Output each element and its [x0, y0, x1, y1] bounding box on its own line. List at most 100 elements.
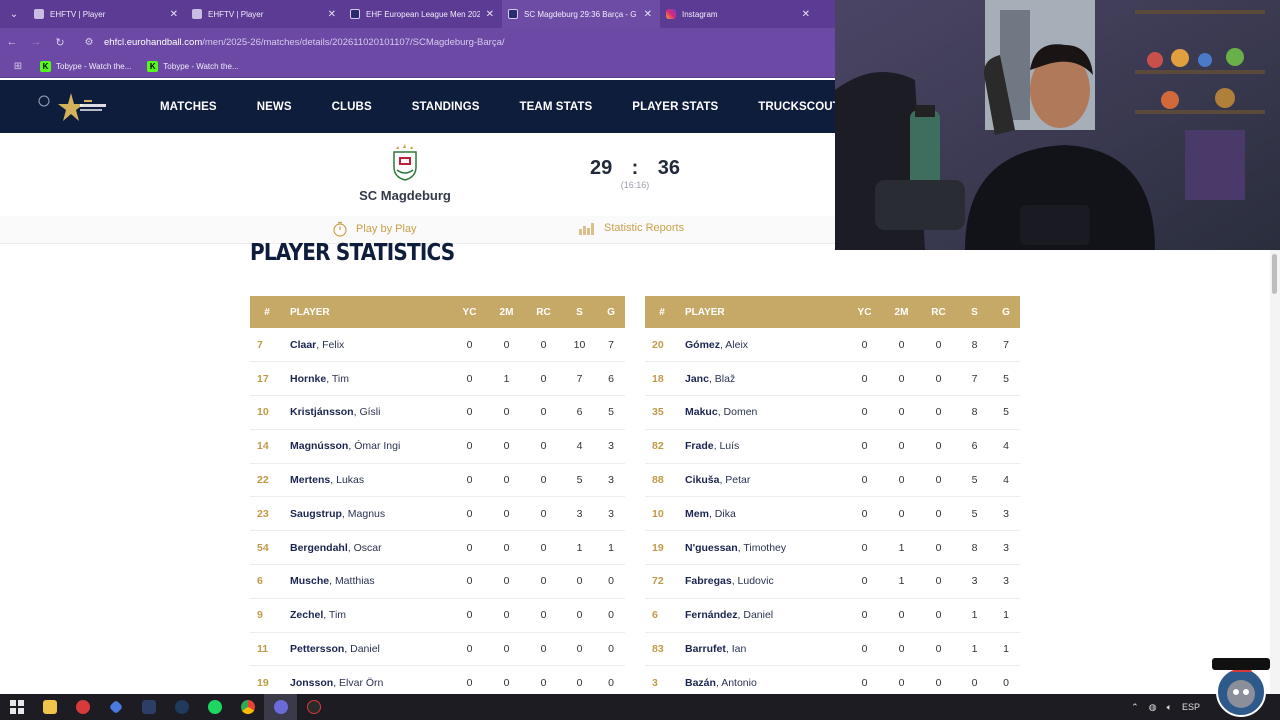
nav-team-stats[interactable]: TEAM STATS	[520, 101, 593, 113]
tab-statistic-reports[interactable]: Statistic Reports	[578, 221, 684, 235]
player-first-name[interactable]: Oscar	[354, 542, 382, 554]
player-last-name[interactable]: Pettersson	[290, 643, 344, 655]
player-last-name[interactable]: Magnússon	[290, 440, 348, 452]
player-first-name[interactable]: Gísli	[359, 406, 380, 418]
player-last-name[interactable]: Barrufet	[685, 643, 726, 655]
header-number[interactable]: #	[250, 296, 284, 328]
header-yc[interactable]: YC	[451, 296, 488, 328]
close-icon[interactable]: ✕	[170, 9, 178, 20]
player-name[interactable]: Pettersson, Daniel	[284, 632, 451, 666]
player-last-name[interactable]: Cikuša	[685, 474, 719, 486]
header-shots[interactable]: S	[957, 296, 992, 328]
chrome-icon[interactable]	[231, 694, 264, 720]
player-name[interactable]: Bergendahl, Oscar	[284, 531, 451, 565]
player-name[interactable]: Hornke, Tim	[284, 362, 451, 396]
player-last-name[interactable]: Mertens	[290, 474, 330, 486]
player-first-name[interactable]: Aleix	[725, 339, 748, 351]
close-icon[interactable]: ✕	[486, 9, 494, 20]
player-last-name[interactable]: Bazán	[685, 677, 716, 689]
address-bar[interactable]: ⚙ ehfcl.eurohandball.com/men/2025-26/mat…	[82, 32, 842, 52]
player-name[interactable]: Fabregas, Ludovic	[679, 565, 846, 599]
header-player[interactable]: PLAYER	[284, 296, 451, 328]
app-red-icon[interactable]	[66, 694, 99, 720]
network-icon[interactable]: ◍	[1149, 702, 1157, 713]
player-last-name[interactable]: Zechel	[290, 609, 323, 621]
header-2m[interactable]: 2M	[488, 296, 525, 328]
header-rc[interactable]: RC	[920, 296, 957, 328]
player-name[interactable]: Magnússon, Ómar Ingi	[284, 429, 451, 463]
header-shots[interactable]: S	[562, 296, 597, 328]
volume-icon[interactable]: 🔈︎	[1167, 702, 1172, 713]
forward-icon[interactable]: →	[24, 28, 48, 56]
player-first-name[interactable]: Daniel	[350, 643, 380, 655]
header-goals[interactable]: G	[597, 296, 625, 328]
ehf-champions-league-logo[interactable]	[34, 91, 108, 123]
language-indicator[interactable]: ESP	[1182, 702, 1200, 712]
chevron-up-icon[interactable]: ⌃	[1131, 702, 1139, 713]
player-last-name[interactable]: Mem	[685, 508, 709, 520]
spotify-icon[interactable]	[198, 694, 231, 720]
back-icon[interactable]: ←	[0, 28, 24, 56]
player-first-name[interactable]: Tim	[329, 609, 346, 621]
player-name[interactable]: Musche, Matthias	[284, 565, 451, 599]
close-icon[interactable]: ✕	[328, 9, 336, 20]
header-yc[interactable]: YC	[846, 296, 883, 328]
scrollbar-thumb[interactable]	[1272, 254, 1277, 294]
site-info-icon[interactable]: ⚙	[82, 37, 96, 48]
player-name[interactable]: N'guessan, Timothey	[679, 531, 846, 565]
header-player[interactable]: PLAYER	[679, 296, 846, 328]
player-first-name[interactable]: Daniel	[743, 609, 773, 621]
home-team-name[interactable]: SC Magdeburg	[340, 188, 470, 203]
bookmark-item[interactable]: K Tobype - Watch the...	[34, 61, 137, 72]
player-last-name[interactable]: Frade	[685, 440, 714, 452]
player-first-name[interactable]: Timothey	[743, 542, 786, 554]
header-rc[interactable]: RC	[525, 296, 562, 328]
nav-player-stats[interactable]: PLAYER STATS	[632, 101, 718, 113]
player-last-name[interactable]: Makuc	[685, 406, 718, 418]
player-name[interactable]: Gómez, Aleix	[679, 328, 846, 362]
player-first-name[interactable]: Magnus	[348, 508, 385, 520]
player-first-name[interactable]: Lukas	[336, 474, 364, 486]
player-name[interactable]: Kristjánsson, Gísli	[284, 396, 451, 430]
bookmark-item[interactable]: K Tobype - Watch the...	[141, 61, 244, 72]
steam-icon[interactable]	[165, 694, 198, 720]
nav-matches[interactable]: MATCHES	[160, 101, 217, 113]
player-name[interactable]: Saugstrup, Magnus	[284, 497, 451, 531]
tab-search-chevron-icon[interactable]: ⌄	[0, 0, 28, 28]
player-name[interactable]: Claar, Felix	[284, 328, 451, 362]
player-name[interactable]: Fernández, Daniel	[679, 598, 846, 632]
player-last-name[interactable]: Musche	[290, 575, 329, 587]
windows-start-icon[interactable]	[0, 694, 33, 720]
player-last-name[interactable]: Claar	[290, 339, 316, 351]
player-last-name[interactable]: Hornke	[290, 373, 326, 385]
reload-icon[interactable]: ↻	[48, 28, 72, 56]
browser-tab-active[interactable]: SC Magdeburg 29:36 Barça - G ✕	[502, 0, 660, 28]
player-last-name[interactable]: Fernández	[685, 609, 738, 621]
player-name[interactable]: Barrufet, Ian	[679, 632, 846, 666]
player-last-name[interactable]: Janc	[685, 373, 709, 385]
player-first-name[interactable]: Elvar Örn	[339, 677, 383, 689]
sc-magdeburg-crest-icon[interactable]	[392, 143, 418, 181]
audio-app-icon[interactable]	[132, 694, 165, 720]
player-name[interactable]: Mem, Dika	[679, 497, 846, 531]
player-first-name[interactable]: Blaž	[715, 373, 735, 385]
obs-icon[interactable]	[264, 694, 297, 720]
player-first-name[interactable]: Dika	[715, 508, 736, 520]
player-name[interactable]: Zechel, Tim	[284, 598, 451, 632]
nav-news[interactable]: NEWS	[257, 101, 292, 113]
app-blue-icon[interactable]	[99, 694, 132, 720]
player-last-name[interactable]: N'guessan	[685, 542, 738, 554]
header-2m[interactable]: 2M	[883, 296, 920, 328]
player-name[interactable]: Mertens, Lukas	[284, 463, 451, 497]
player-first-name[interactable]: Matthias	[335, 575, 375, 587]
player-first-name[interactable]: Tim	[332, 373, 349, 385]
header-goals[interactable]: G	[992, 296, 1020, 328]
header-number[interactable]: #	[645, 296, 679, 328]
close-icon[interactable]: ✕	[802, 9, 810, 20]
app-dark-icon[interactable]	[297, 694, 330, 720]
player-last-name[interactable]: Fabregas	[685, 575, 732, 587]
file-explorer-icon[interactable]	[33, 694, 66, 720]
browser-tab[interactable]: EHFTV | Player ✕	[186, 0, 344, 28]
nav-clubs[interactable]: CLUBS	[332, 101, 372, 113]
player-first-name[interactable]: Felix	[322, 339, 344, 351]
